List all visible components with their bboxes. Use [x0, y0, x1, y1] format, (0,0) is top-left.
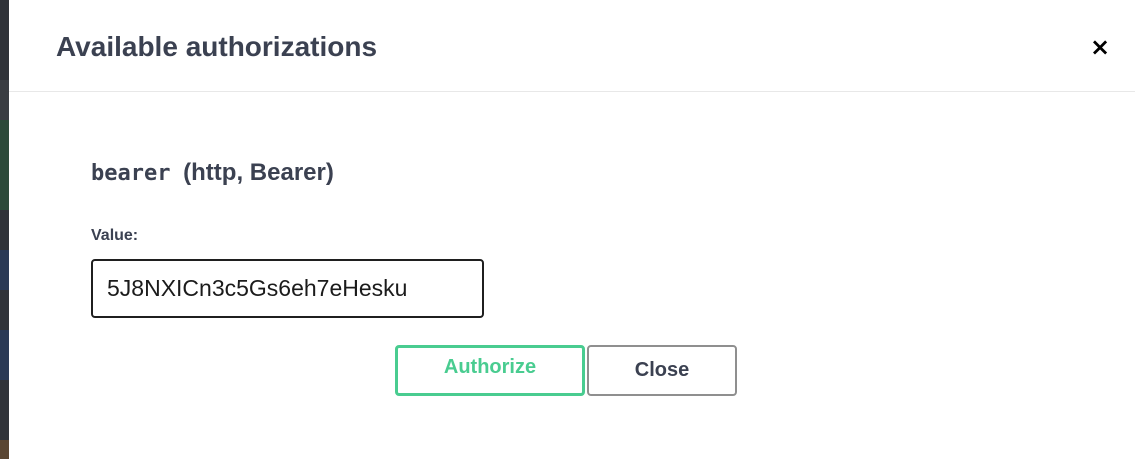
- auth-scheme-type: (http, Bearer): [183, 159, 334, 186]
- value-label: Value:: [91, 227, 139, 244]
- page: Available authorizations × bearer (http,…: [0, 0, 1135, 459]
- close-icon[interactable]: ×: [1088, 33, 1112, 61]
- modal-title: Available authorizations: [56, 31, 378, 62]
- token-value-input[interactable]: [91, 259, 484, 318]
- authorize-button[interactable]: Authorize: [395, 345, 585, 396]
- modal-header: Available authorizations ×: [9, 0, 1135, 92]
- close-button[interactable]: Close: [587, 345, 737, 396]
- auth-scheme-title: bearer (http, Bearer): [91, 158, 334, 189]
- auth-modal: Available authorizations × bearer (http,…: [9, 0, 1135, 459]
- auth-scheme-name: bearer: [91, 161, 171, 186]
- backdrop-strip: [0, 0, 9, 459]
